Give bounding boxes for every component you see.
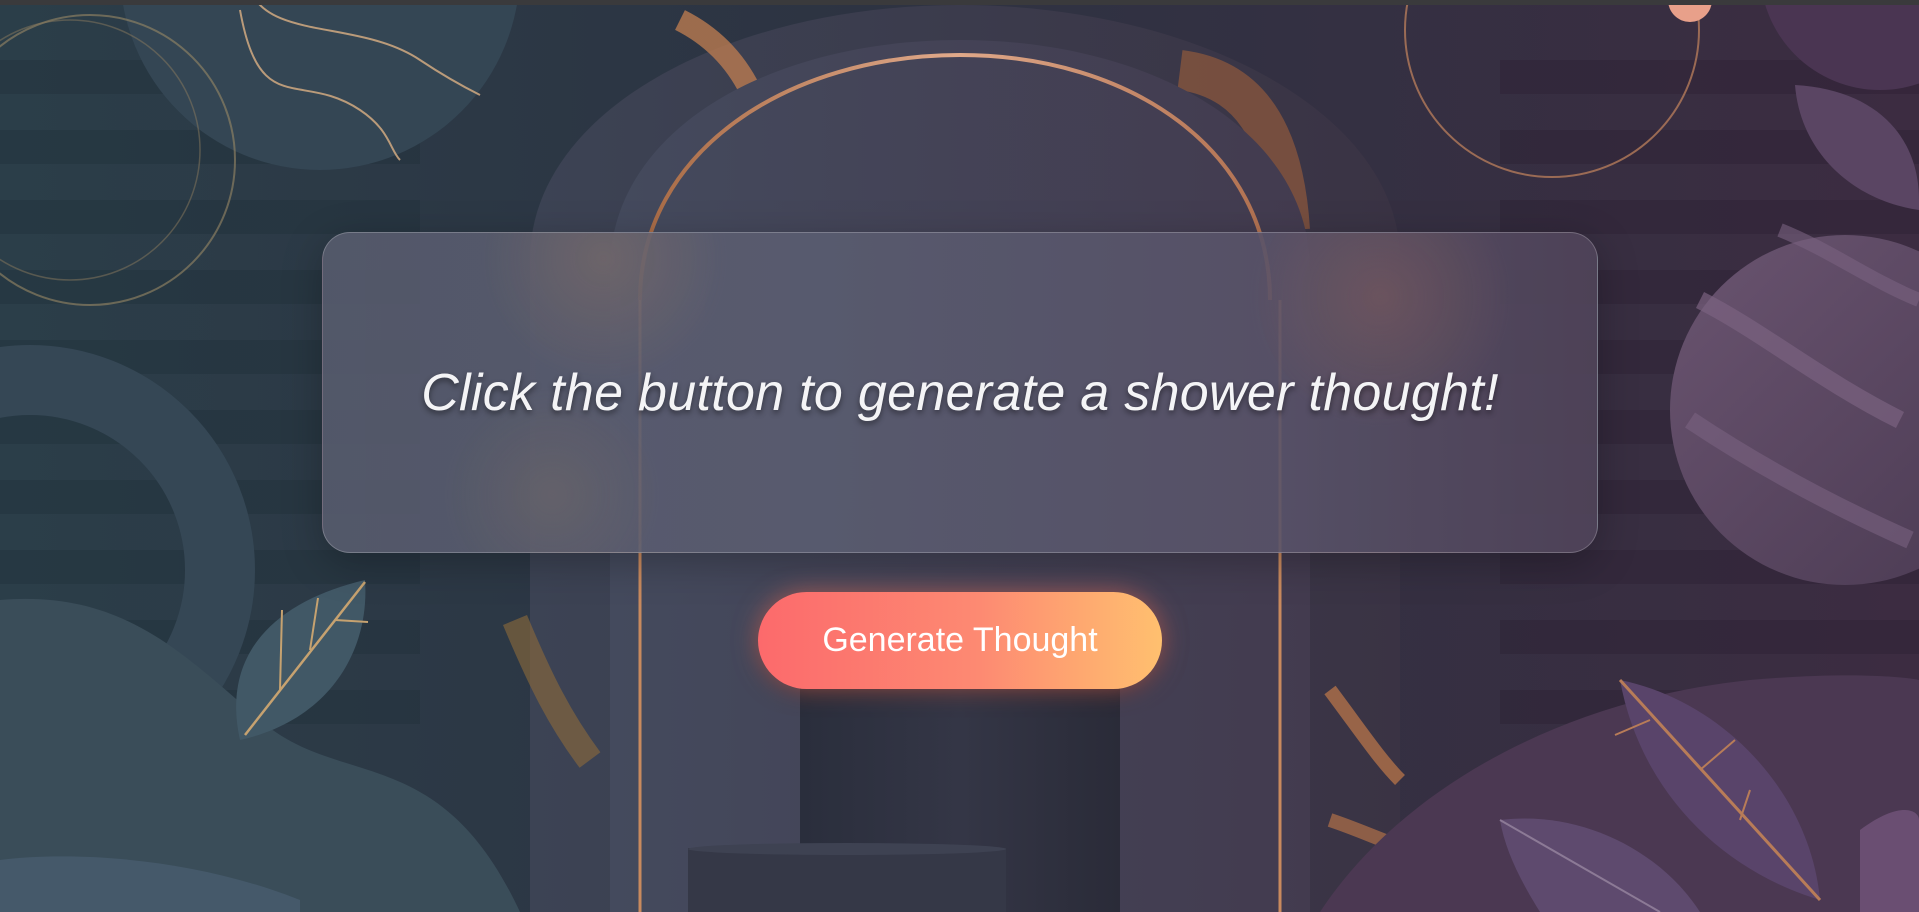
generate-thought-button[interactable]: Generate Thought — [758, 592, 1162, 689]
thought-card: Click the button to generate a shower th… — [322, 232, 1598, 553]
app-stage: Click the button to generate a shower th… — [0, 0, 1919, 912]
window-top-strip — [0, 0, 1919, 5]
thought-text: Click the button to generate a shower th… — [421, 363, 1499, 422]
